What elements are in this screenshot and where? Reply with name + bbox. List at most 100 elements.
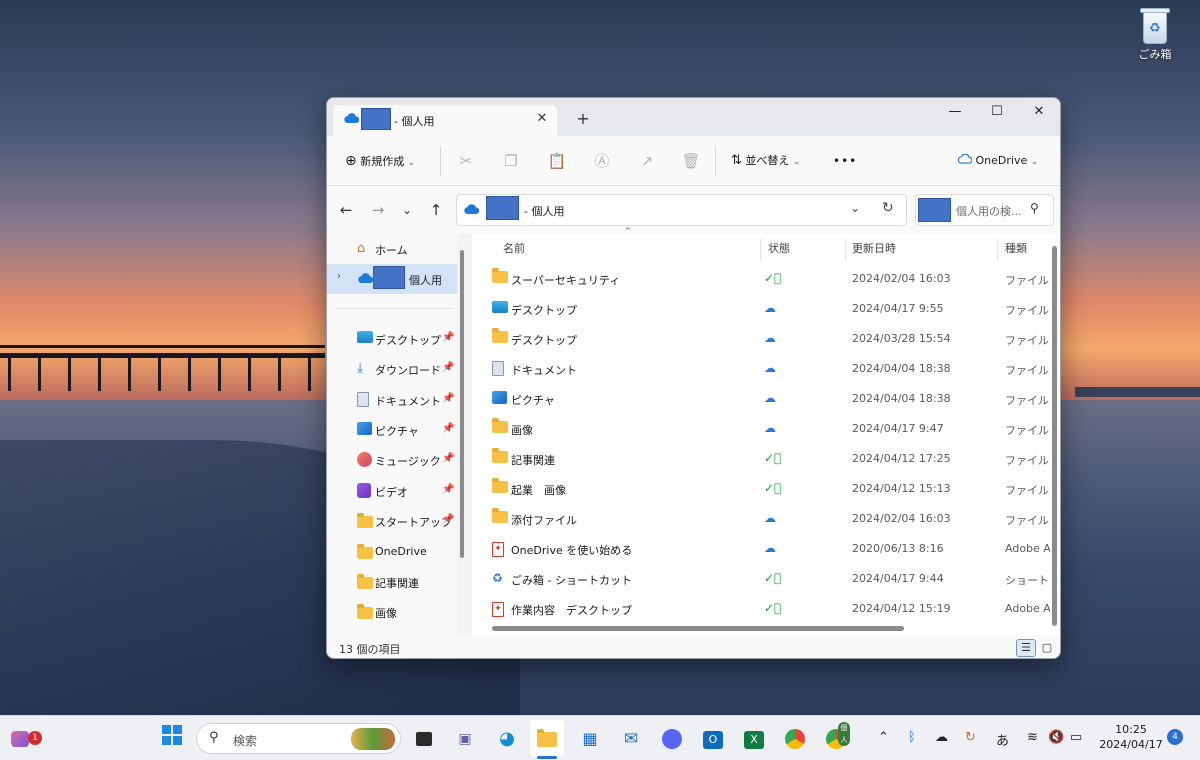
widgets-badge: 1	[28, 731, 42, 745]
pin-icon: 📌	[442, 423, 455, 434]
table-row[interactable]: ✦ OneDrive を使い始める ☁ 2020/06/13 8:16 Adob…	[472, 534, 1050, 564]
file-explorer-icon[interactable]	[533, 725, 561, 753]
speaker-muted-icon[interactable]: 🔇	[1048, 730, 1064, 745]
new-button[interactable]: ⊕ 新規作成 ⌄	[345, 149, 415, 173]
onedrive-icon	[343, 113, 360, 127]
column-header-modified[interactable]: 更新日時	[852, 234, 896, 264]
start-button[interactable]	[158, 725, 186, 753]
paste-icon[interactable]: 📋	[545, 149, 569, 173]
sidebar-item-label: ダウンロード	[375, 364, 441, 377]
back-button[interactable]: ←	[335, 199, 357, 221]
discord-icon[interactable]	[658, 725, 686, 753]
refresh-icon[interactable]: ↻	[882, 200, 894, 216]
recent-locations-button[interactable]: ⌄	[396, 199, 418, 221]
sidebar-item-music[interactable]: ミュージック 📌	[327, 445, 457, 475]
bluetooth-icon[interactable]: ᛒ	[908, 730, 916, 745]
chevron-right-icon[interactable]: ›	[337, 271, 341, 282]
chevron-down-icon[interactable]: ⌄	[850, 201, 860, 215]
table-row[interactable]: 添付ファイル ☁ 2024/02/04 16:03 ファイル フォルダー	[472, 504, 1050, 534]
sidebar-item-onedrive[interactable]: OneDrive	[327, 537, 457, 567]
search-highlight-icon	[351, 728, 395, 750]
tab-personal[interactable]: - 個人用 ✕	[333, 105, 557, 136]
chevron-up-icon[interactable]: ⌃	[878, 730, 889, 745]
store-icon[interactable]: ▦	[576, 725, 604, 753]
share-icon[interactable]: ↗	[635, 149, 659, 173]
notification-badge[interactable]: 4	[1167, 729, 1183, 745]
sidebar-item-downloads[interactable]: ⤓ ダウンロード 📌	[327, 354, 457, 384]
chevron-down-icon: ⌄	[1030, 157, 1039, 167]
table-row[interactable]: 画像 ☁ 2024/04/17 9:47 ファイル フォルダー	[472, 414, 1050, 444]
recycle-bin-desktop-icon[interactable]: ♻ ごみ箱	[1128, 6, 1182, 62]
sidebar-item-articles[interactable]: 記事関連	[327, 567, 457, 597]
sidebar-item-home[interactable]: ⌂ ホーム	[327, 234, 457, 264]
minimize-button[interactable]: —	[933, 98, 977, 128]
new-tab-button[interactable]: +	[571, 108, 595, 132]
chrome-profile-icon[interactable]: 個人	[822, 722, 850, 753]
document-icon	[357, 392, 369, 407]
sidebar-scrollbar[interactable]	[460, 250, 464, 558]
sort-button[interactable]: ⇅ 並べ替え ⌄	[731, 149, 800, 173]
table-row[interactable]: スーパーセキュリティ ✓⃝ 2024/02/04 16:03 ファイル フォルダ…	[472, 264, 1050, 294]
file-date: 2024/04/17 9:55	[852, 302, 944, 315]
file-list: ⌃ 名前 状態 更新日時 種類 スーパーセキュリティ ✓⃝ 2024/02/04…	[472, 227, 1060, 636]
more-options-button[interactable]: •••	[833, 149, 857, 173]
delete-icon[interactable]: 🗑	[679, 149, 703, 173]
onedrive-tray-icon[interactable]: ☁	[935, 730, 948, 745]
onedrive-button[interactable]: OneDrive ⌄	[957, 149, 1038, 173]
battery-icon[interactable]: ▭	[1070, 730, 1082, 745]
tiles-view-icon[interactable]: ▢	[1037, 639, 1057, 657]
cut-icon[interactable]: ✂	[454, 149, 478, 173]
table-row[interactable]: ♻ ごみ箱 - ショートカット ✓⃝ 2024/04/17 9:44 ショートカ…	[472, 564, 1050, 594]
table-row[interactable]: デスクトップ ☁ 2024/03/28 15:54 ファイル フォルダー	[472, 324, 1050, 354]
teams-icon[interactable]: ▣	[451, 725, 479, 753]
tab-close-button[interactable]: ✕	[532, 109, 552, 129]
sidebar-item-images[interactable]: 画像	[327, 597, 457, 627]
ime-indicator[interactable]: あ	[996, 730, 1009, 749]
copy-icon[interactable]: ❐	[499, 149, 523, 173]
table-row[interactable]: 起業 画像 ✓⃝ 2024/04/12 15:13 ファイル フォルダー	[472, 474, 1050, 504]
sidebar-item-documents[interactable]: ドキュメント 📌	[327, 385, 457, 415]
sort-button-label: 並べ替え	[745, 154, 790, 167]
address-bar[interactable]: - 個人用 ⌄ ↻	[456, 194, 907, 226]
excel-icon[interactable]: X	[740, 725, 768, 753]
column-header-type[interactable]: 種類	[1005, 234, 1027, 264]
vertical-scrollbar[interactable]	[1052, 246, 1057, 626]
forward-button[interactable]: →	[367, 199, 389, 221]
edge-icon[interactable]: ◕	[493, 725, 521, 753]
up-button[interactable]: ↑	[425, 199, 447, 221]
widgets-icon[interactable]: 1	[6, 725, 42, 753]
table-row[interactable]: ✦ 作業内容 デスクトップ ✓⃝ 2024/04/12 15:19 Adobe …	[472, 594, 1050, 624]
details-view-icon[interactable]: ☰	[1016, 639, 1036, 657]
mail-icon[interactable]: ✉	[617, 725, 645, 753]
column-header-name[interactable]: 名前	[503, 234, 525, 264]
table-row[interactable]: ピクチャ ☁ 2024/04/04 18:38 ファイル フォルダー	[472, 384, 1050, 414]
task-view-icon[interactable]	[410, 725, 438, 753]
maximize-button[interactable]: ☐	[975, 98, 1019, 128]
sidebar-item-pictures[interactable]: ピクチャ 📌	[327, 415, 457, 445]
chrome-icon[interactable]	[781, 725, 809, 753]
sort-ascending-icon: ⌃	[624, 227, 632, 237]
search-icon: ⚲	[209, 730, 219, 745]
outlook-icon[interactable]: O	[699, 725, 727, 753]
taskbar-clock[interactable]: 10:25 2024/04/17	[1096, 722, 1166, 752]
file-name: ピクチャ	[511, 394, 555, 407]
taskbar-search[interactable]: ⚲ 検索	[196, 723, 401, 754]
table-row[interactable]: デスクトップ ☁ 2024/04/17 9:55 ファイル フォルダー	[472, 294, 1050, 324]
sidebar-item-videos[interactable]: ビデオ 📌	[327, 476, 457, 506]
sidebar-item-desktop[interactable]: デスクトップ 📌	[327, 324, 457, 354]
sidebar-item-startup[interactable]: スタートアップ 📌	[327, 506, 457, 536]
sidebar-item-label: 個人用	[409, 274, 442, 287]
search-box[interactable]: 個人用の検... ⚲	[915, 194, 1054, 226]
onedrive-icon	[357, 273, 374, 289]
sync-icon[interactable]: ↻	[965, 730, 976, 745]
close-button[interactable]: ✕	[1017, 98, 1060, 128]
synced-check-icon: ✓⃝	[764, 481, 782, 495]
table-row[interactable]: 記事関連 ✓⃝ 2024/04/12 17:25 ファイル フォルダー	[472, 444, 1050, 474]
horizontal-scrollbar[interactable]	[492, 626, 904, 631]
column-header-status[interactable]: 状態	[768, 234, 790, 264]
rename-icon[interactable]: Ⓐ	[590, 149, 614, 173]
file-name: 起業 画像	[511, 484, 566, 497]
wifi-icon[interactable]: ≋	[1027, 730, 1038, 745]
sidebar-item-personal[interactable]: › 個人用	[327, 264, 457, 294]
table-row[interactable]: ドキュメント ☁ 2024/04/04 18:38 ファイル フォルダー	[472, 354, 1050, 384]
